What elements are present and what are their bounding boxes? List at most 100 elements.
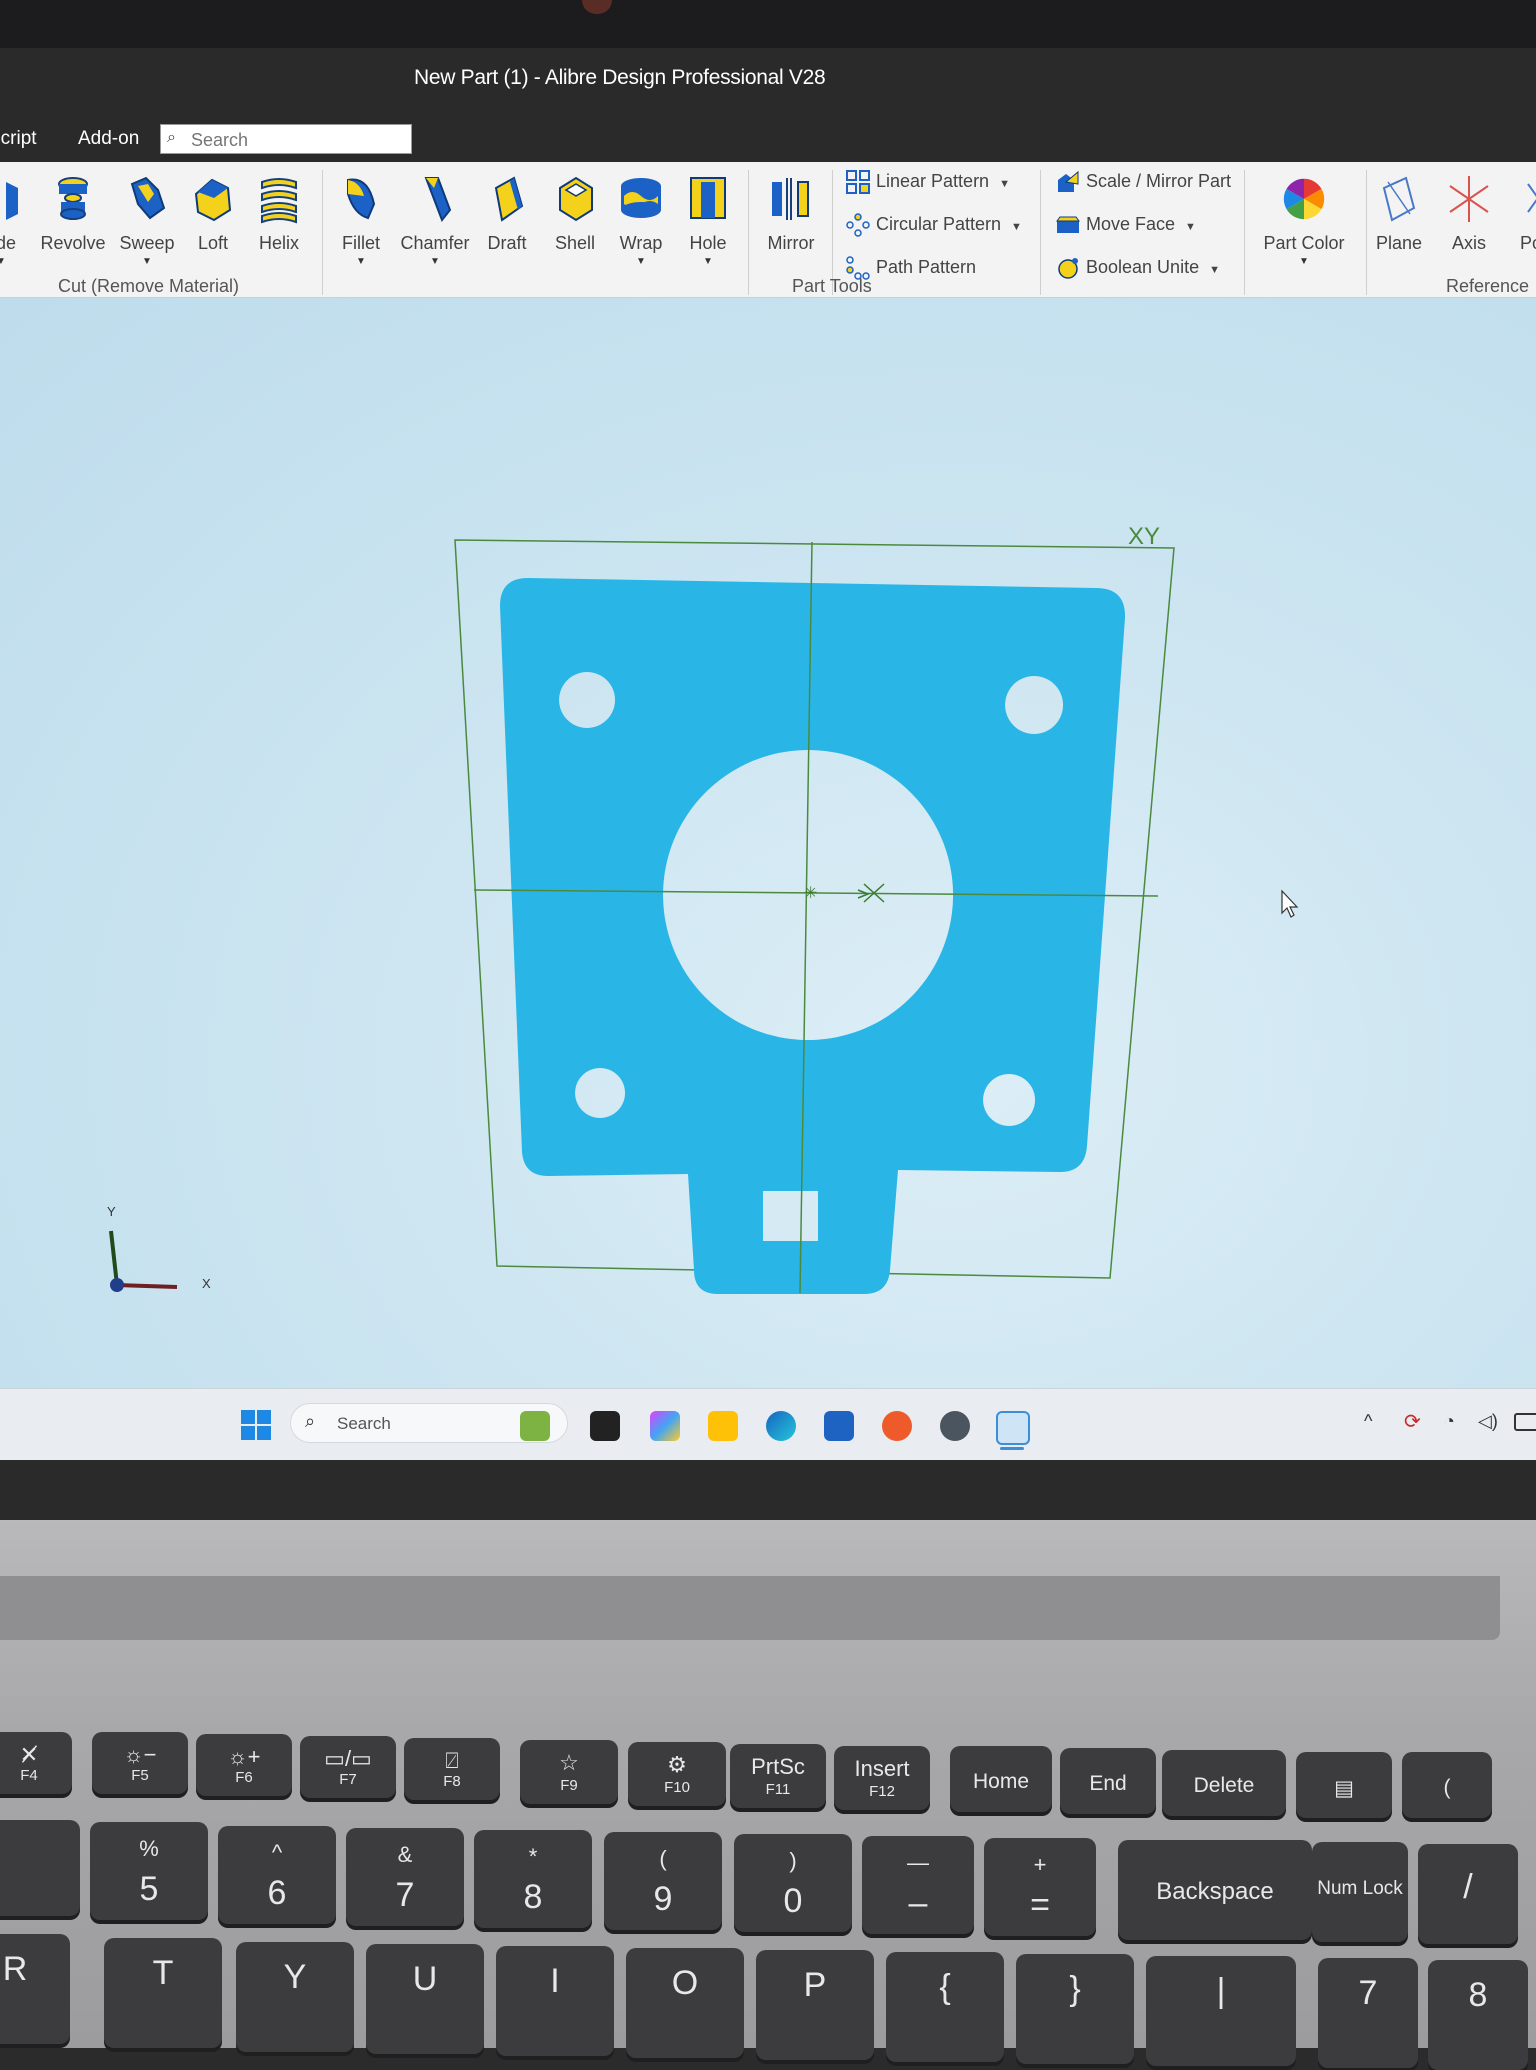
key-f7[interactable]: ▭/▭ F7 <box>300 1736 396 1798</box>
edge-browser-icon[interactable] <box>766 1411 796 1441</box>
key-prtsc-f11[interactable]: PrtSc F11 <box>730 1744 826 1808</box>
hole-button[interactable]: Hole ▼ <box>673 168 743 278</box>
fillet-button[interactable]: Fillet ▼ <box>326 168 396 278</box>
wrap-button[interactable]: Wrap ▼ <box>606 168 676 278</box>
copilot-icon[interactable] <box>650 1411 680 1441</box>
key-insert-label: Insert <box>854 1756 910 1781</box>
key-num-lock[interactable]: Num Lock <box>1312 1842 1408 1942</box>
boolean-unite-button[interactable]: Boolean Unite ▼ <box>1056 256 1220 286</box>
chamfer-button[interactable]: Chamfer ▼ <box>400 168 470 278</box>
key-equals[interactable]: + = <box>984 1838 1096 1936</box>
key-5[interactable]: % 5 <box>90 1822 208 1920</box>
key-f6[interactable]: ☼+ F6 <box>196 1734 292 1796</box>
key-paren-open[interactable]: ( <box>1402 1752 1492 1818</box>
key-8-shift: * <box>528 1844 538 1869</box>
key-6[interactable]: ^ 6 <box>218 1826 336 1924</box>
menu-script[interactable]: Script <box>0 128 37 150</box>
revolve-cut-button[interactable]: Revolve <box>38 168 108 278</box>
key-f7-label: F7 <box>339 1771 357 1788</box>
key-home[interactable]: Home <box>950 1746 1052 1812</box>
circular-pattern-button[interactable]: Circular Pattern ▼ <box>846 213 1022 243</box>
key-8-main: 8 <box>523 1878 543 1916</box>
sweep-cut-button[interactable]: Sweep ▼ <box>112 168 182 278</box>
linear-pattern-icon <box>846 170 870 194</box>
key-f4[interactable]: ✕̸ F4 <box>0 1732 72 1794</box>
point-label: Po <box>1519 233 1536 253</box>
helix-cut-button[interactable]: Helix <box>244 168 314 278</box>
key-f5[interactable]: ☼− F5 <box>92 1732 188 1794</box>
key-f10[interactable]: ⚙ F10 <box>628 1742 726 1806</box>
key-bracket-open[interactable]: { <box>886 1952 1004 2062</box>
dropdown-arrow-icon: ▼ <box>636 256 646 267</box>
point-button[interactable]: Po <box>1496 168 1536 278</box>
key-insert-f12[interactable]: Insert F12 <box>834 1746 930 1810</box>
search-box[interactable]: ⌕ <box>160 124 412 154</box>
tray-overflow-chevron-icon[interactable]: ^ <box>1364 1411 1372 1432</box>
screen-bezel <box>0 0 1536 48</box>
key-backslash-label: | <box>1216 1972 1226 2010</box>
mirror-button[interactable]: Mirror <box>756 168 826 278</box>
key-calculator[interactable]: ▤ <box>1296 1752 1392 1818</box>
sync-status-icon[interactable]: ⟳ <box>1404 1409 1421 1434</box>
duckduckgo-icon[interactable] <box>882 1411 912 1441</box>
alibre-design-app-icon[interactable] <box>996 1411 1030 1445</box>
draft-button[interactable]: Draft <box>472 168 542 278</box>
key-numpad-8[interactable]: 8 <box>1428 1960 1528 2070</box>
windows-start-icon[interactable] <box>240 1409 272 1441</box>
task-view-icon[interactable] <box>590 1411 620 1441</box>
part-color-button[interactable]: Part Color ▼ <box>1256 168 1352 278</box>
key-f4-icon: ✕̸ <box>19 1742 39 1767</box>
key-i[interactable]: I <box>496 1946 614 2056</box>
key-f9[interactable]: ☆ F9 <box>520 1740 618 1804</box>
file-explorer-icon[interactable] <box>708 1411 738 1441</box>
key-o[interactable]: O <box>626 1948 744 2058</box>
key-0[interactable]: ) 0 <box>734 1834 852 1932</box>
key-9[interactable]: (9 <box>604 1832 722 1930</box>
wifi-icon[interactable]: ◔ <box>1444 1411 1455 1432</box>
fillet-icon <box>347 178 376 220</box>
plane-icon <box>1382 176 1416 222</box>
key-numpad-7[interactable]: 7 <box>1318 1958 1418 2068</box>
volume-icon[interactable]: ◁) <box>1478 1411 1498 1432</box>
key-end[interactable]: End <box>1060 1748 1156 1814</box>
move-face-button[interactable]: Move Face ▼ <box>1056 213 1196 243</box>
mirror-icon <box>772 178 809 220</box>
battery-icon[interactable] <box>1514 1413 1536 1431</box>
part-body <box>500 578 1126 1294</box>
store-icon[interactable] <box>824 1411 854 1441</box>
loft-cut-button[interactable]: Loft <box>178 168 248 278</box>
key-u[interactable]: U <box>366 1944 484 2054</box>
shell-button[interactable]: Shell <box>540 168 610 278</box>
key-t[interactable]: T <box>104 1938 222 2048</box>
key-f8[interactable]: ⍁ F8 <box>404 1738 500 1800</box>
search-input[interactable] <box>189 128 403 152</box>
key-delete[interactable]: Delete <box>1162 1750 1286 1816</box>
key-p[interactable]: P <box>756 1950 874 2060</box>
linear-pattern-button[interactable]: Linear Pattern ▼ <box>846 170 1010 200</box>
key-5-shift: % <box>139 1836 159 1861</box>
key-backslash[interactable]: | <box>1146 1956 1296 2066</box>
extrude-cut-button[interactable]: ude ▼ <box>0 168 36 278</box>
key-minus[interactable]: — – <box>862 1836 974 1934</box>
viewport-canvas: ✳ XY Y X <box>107 523 1299 1294</box>
key-equals-main: = <box>1030 1886 1050 1924</box>
key-f5-label: F5 <box>131 1767 149 1784</box>
dropdown-arrow-icon: ▼ <box>999 177 1010 190</box>
scale-mirror-part-button[interactable]: Scale / Mirror Part <box>1056 170 1231 200</box>
key-y[interactable]: Y <box>236 1942 354 2052</box>
key-8[interactable]: * 8 <box>474 1830 592 1928</box>
key-0-main: 0 <box>783 1882 803 1920</box>
settings-gear-icon[interactable] <box>940 1411 970 1441</box>
key-backspace[interactable]: Backspace <box>1118 1840 1312 1940</box>
key-7[interactable]: & 7 <box>346 1828 464 1926</box>
wrap-icon <box>621 178 661 218</box>
plane-button[interactable]: Plane <box>1364 168 1434 278</box>
widget-plant-icon[interactable] <box>520 1411 550 1441</box>
3d-viewport[interactable]: ✳ XY Y X <box>0 298 1536 1388</box>
axis-button[interactable]: Axis <box>1434 168 1504 278</box>
menu-add-on[interactable]: Add-on <box>78 128 139 150</box>
key-slash[interactable]: / <box>1418 1844 1518 1944</box>
key-r[interactable]: R <box>0 1934 70 2044</box>
key-6-main: 6 <box>267 1874 287 1912</box>
key-4[interactable] <box>0 1820 80 1916</box>
